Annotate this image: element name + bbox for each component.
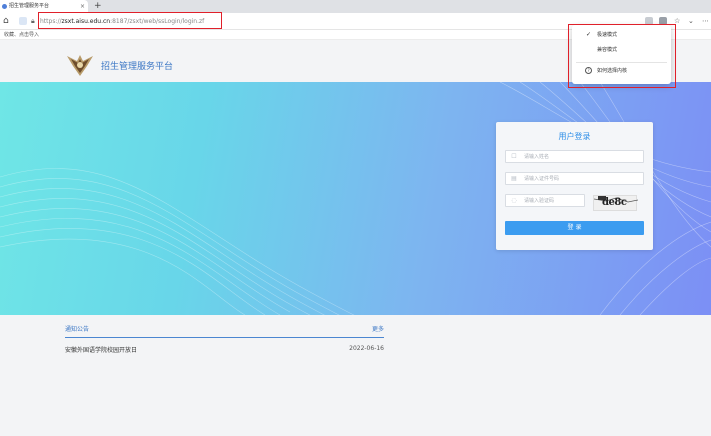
captcha-field[interactable]: ◌ [505,194,585,207]
login-button[interactable]: 登 录 [505,221,644,235]
username-input[interactable] [524,151,639,162]
id-number-field[interactable]: ▤ [505,172,644,185]
captcha-code: de8c [602,197,627,208]
chevron-down-icon[interactable]: ⌄ [688,16,694,27]
school-logo-icon [67,55,93,76]
notice-more-link[interactable]: 更多 [372,324,384,333]
login-title: 用户登录 [558,132,591,141]
user-icon: ☐ [511,153,517,160]
username-field[interactable]: ☐ [505,150,644,163]
shield-check-icon: ◌ [511,197,517,204]
notice-item-date: 2022-06-16 [349,345,384,352]
notice-item-title[interactable]: 安徽外国语学院校园开放日 [65,345,137,354]
id-number-input[interactable] [524,173,639,184]
captcha-input[interactable] [524,195,582,206]
notice-header: 通知公告 更多 [65,323,384,338]
site-title: 招生管理服务平台 [101,62,174,72]
url-highlight-box [38,12,222,29]
notice-item[interactable]: 安徽外国语学院校园开放日 2022-06-16 [65,345,384,355]
more-icon[interactable]: ⋯ [702,16,709,27]
notice-section-title: 通知公告 [65,326,90,333]
tab-title: 招生管理服务平台 [9,3,50,9]
home-icon[interactable]: ⌂ [3,16,9,27]
lock-icon[interactable]: 🔒︎ [31,16,35,27]
id-card-icon: ▤ [511,175,517,182]
site-favicon-icon [2,4,7,9]
shield-icon[interactable] [19,17,27,25]
login-card: 用户登录 ☐ ▤ ◌ 登 录 [496,122,653,250]
menu-highlight-box [568,24,676,88]
browser-window: 招生管理服务平台 × + ⌂ 🔒︎ https://zsxt.aisu.edu.… [0,0,711,436]
captcha-image[interactable]: de8c [593,195,638,211]
